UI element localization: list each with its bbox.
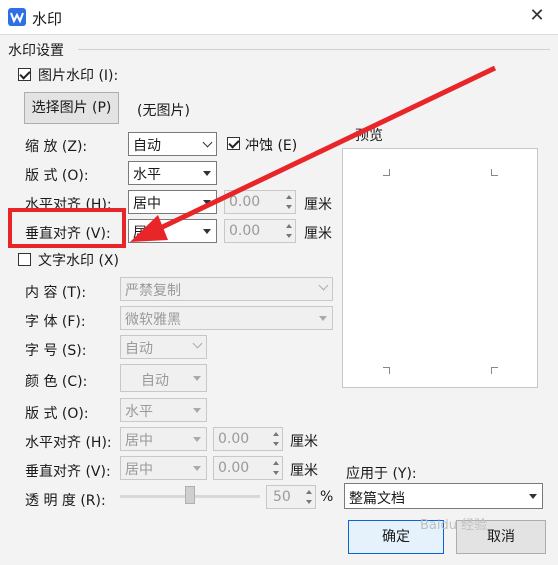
annotation-arrow	[130, 65, 497, 242]
baidu-watermark: Baidu 经验	[420, 518, 488, 533]
